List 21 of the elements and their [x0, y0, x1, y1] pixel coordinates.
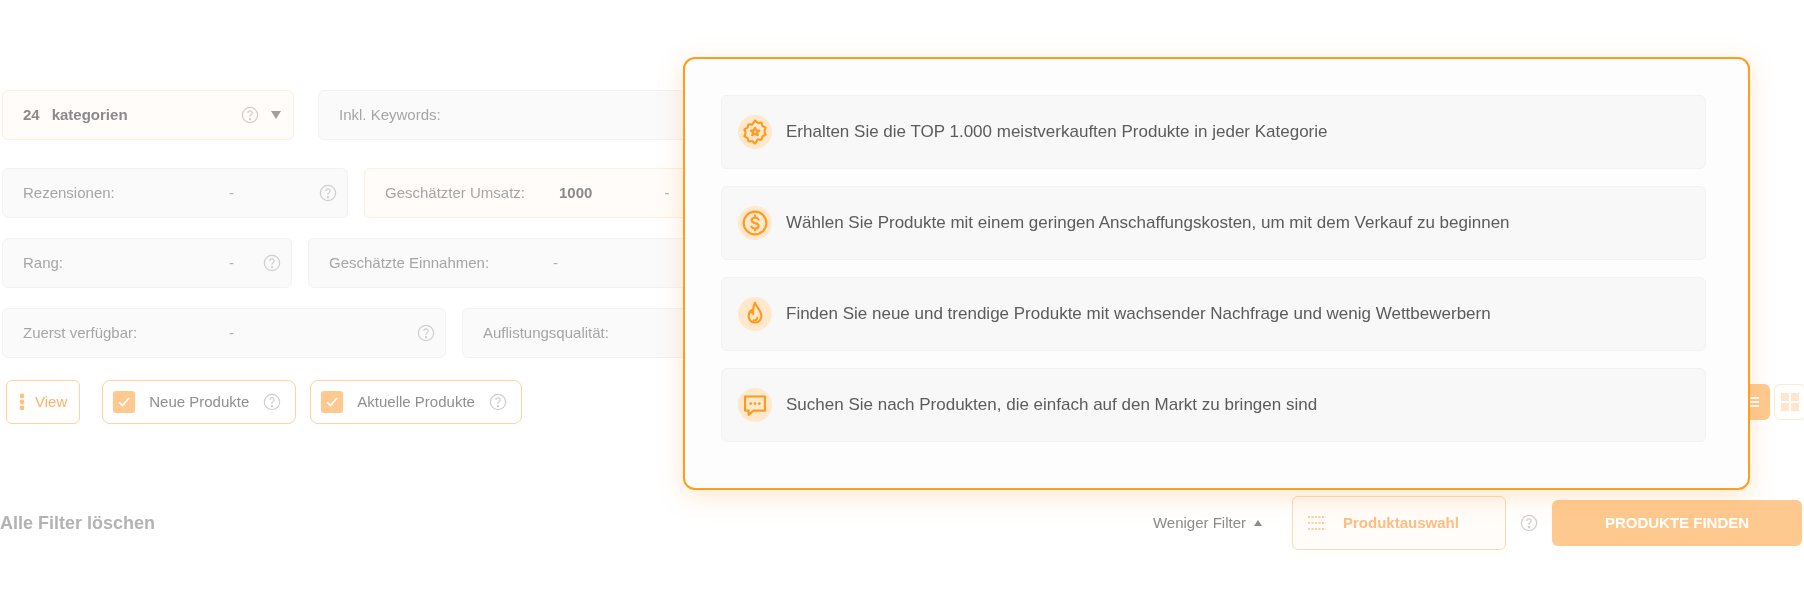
field-label: Auflistungsqualität:	[483, 323, 610, 343]
category-label: kategorien	[51, 104, 128, 125]
range-from-value: -	[229, 322, 234, 343]
feature-text: Suchen Sie nach Produkten, die einfach auf den Markt zu bringen sind	[786, 394, 1318, 417]
feature-text: Erhalten Sie die TOP 1.000 meistverkauften Produkte in jeder Kategorie	[786, 121, 1328, 144]
range-from-value: -	[229, 252, 234, 273]
checkbox-label: Neue Produkte	[149, 391, 250, 412]
range-from-value: 1000	[559, 182, 593, 203]
feature-text: Wählen Sie Produkte mit einem geringen Anschaffungskosten, um mit dem Verkauf zu beginnen	[786, 212, 1510, 235]
category-count: 24	[23, 104, 40, 125]
field-label: Geschätzte Einnahmen:	[329, 253, 491, 273]
field-label: Geschätzter Umsatz:	[385, 183, 527, 203]
field-label: Zuerst verfügbar:	[23, 323, 139, 343]
feature-text: Finden Sie neue und trendige Produkte mit wachsender Nachfrage und wenig Wettbewerbern	[786, 303, 1491, 326]
range-to-value: -	[664, 182, 670, 203]
field-label: Inkl. Keywords:	[339, 104, 441, 125]
field-label: Rezensionen:	[23, 183, 116, 203]
range-from-value: -	[229, 182, 234, 203]
field-label: Rang:	[23, 253, 65, 273]
checkbox-label: Aktuelle Produkte	[357, 391, 475, 412]
range-from-value: -	[553, 252, 559, 273]
